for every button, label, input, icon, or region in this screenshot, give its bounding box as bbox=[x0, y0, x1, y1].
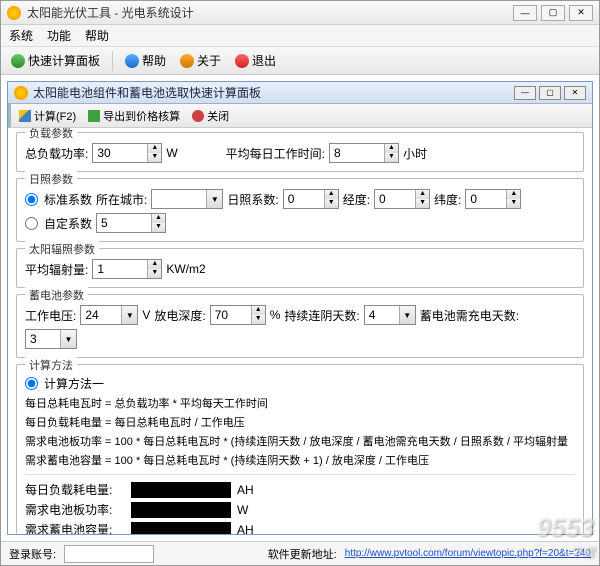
rain-days-combo[interactable]: ▼ bbox=[364, 305, 416, 325]
formula-2: 每日负载耗电量 = 每日总耗电瓦时 / 工作电压 bbox=[25, 414, 575, 430]
sun-coef-input[interactable]: ▲▼ bbox=[283, 189, 339, 209]
update-link[interactable]: http://www.pvtool.com/forum/viewtopic.ph… bbox=[345, 548, 591, 559]
radiation-group: 太阳辐照参数 平均辐射量: ▲▼ KW/m2 bbox=[16, 248, 584, 288]
panel-icon bbox=[14, 86, 28, 100]
lon-input[interactable]: ▲▼ bbox=[374, 189, 430, 209]
radiation-input[interactable]: ▲▼ bbox=[92, 259, 162, 279]
chevron-down-icon[interactable]: ▼ bbox=[206, 190, 222, 208]
custom-coef-radio[interactable] bbox=[25, 217, 38, 230]
avg-hours-input[interactable]: ▲▼ bbox=[329, 143, 399, 163]
formula-4: 需求蓄电池容量 = 100 * 每日总耗电瓦时 * (持续连阴天数 + 1) /… bbox=[25, 452, 575, 468]
total-power-input[interactable]: ▲▼ bbox=[92, 143, 162, 163]
panel-min-button[interactable]: — bbox=[514, 86, 536, 100]
spin-down[interactable]: ▼ bbox=[148, 153, 161, 162]
panel-titlebar: 太阳能电池组件和蓄电池选取快速计算面板 — ▢ ✕ bbox=[8, 82, 592, 104]
login-input[interactable] bbox=[64, 545, 154, 563]
voltage-combo[interactable]: ▼ bbox=[80, 305, 138, 325]
main-window: 太阳能光伏工具 - 光电系统设计 — ▢ ✕ 系统 功能 帮助 快速计算面板 帮… bbox=[0, 0, 600, 566]
content-area: 太阳能电池组件和蓄电池选取快速计算面板 — ▢ ✕ 计算(F2) 导出到价格核算… bbox=[1, 75, 599, 541]
close-icon bbox=[192, 110, 204, 122]
panel-body: 负载参数 总负载功率: ▲▼ W 平均每日工作时间: ▲▼ 小时 日照参数 标准… bbox=[8, 128, 592, 534]
panel-toolbar: 计算(F2) 导出到价格核算 关闭 bbox=[8, 104, 592, 128]
method-group: 计算方法 计算方法一 每日总耗电瓦时 = 总负载功率 * 平均每天工作时间 每日… bbox=[16, 364, 584, 534]
panel-max-button[interactable]: ▢ bbox=[539, 86, 561, 100]
formula-1: 每日总耗电瓦时 = 总负载功率 * 平均每天工作时间 bbox=[25, 395, 575, 411]
spin-up[interactable]: ▲ bbox=[148, 144, 161, 153]
lat-input[interactable]: ▲▼ bbox=[465, 189, 521, 209]
about-icon bbox=[180, 54, 194, 68]
exit-button[interactable]: 退出 bbox=[231, 50, 280, 71]
sun-legend: 日照参数 bbox=[25, 171, 77, 187]
menubar: 系统 功能 帮助 bbox=[1, 25, 599, 47]
toolbar: 快速计算面板 帮助 关于 退出 bbox=[1, 47, 599, 75]
method1-radio[interactable] bbox=[25, 377, 38, 390]
city-combo[interactable]: ▼ bbox=[151, 189, 223, 209]
calc-icon bbox=[11, 54, 25, 68]
result-daily-ah bbox=[131, 482, 231, 498]
total-power-label: 总负载功率: bbox=[25, 145, 88, 162]
load-legend: 负载参数 bbox=[25, 128, 77, 141]
menu-function[interactable]: 功能 bbox=[47, 27, 71, 44]
statusbar: 登录账号: 软件更新地址: http://www.pvtool.com/foru… bbox=[1, 541, 599, 565]
charge-days-combo[interactable]: ▼ bbox=[25, 329, 77, 349]
help-icon bbox=[125, 54, 139, 68]
close-panel-button[interactable]: 关闭 bbox=[188, 107, 233, 125]
minimize-button[interactable]: — bbox=[513, 5, 537, 21]
menu-system[interactable]: 系统 bbox=[9, 27, 33, 44]
login-label: 登录账号: bbox=[9, 546, 56, 562]
panel-title: 太阳能电池组件和蓄电池选取快速计算面板 bbox=[33, 84, 511, 101]
pen-icon bbox=[19, 110, 31, 122]
menu-help[interactable]: 帮助 bbox=[85, 27, 109, 44]
result-battery-ah bbox=[131, 522, 231, 535]
panel-close-button[interactable]: ✕ bbox=[564, 86, 586, 100]
close-button[interactable]: ✕ bbox=[569, 5, 593, 21]
app-icon bbox=[7, 6, 21, 20]
calc-button[interactable]: 计算(F2) bbox=[15, 107, 80, 125]
quick-calc-button[interactable]: 快速计算面板 bbox=[7, 50, 104, 71]
window-title: 太阳能光伏工具 - 光电系统设计 bbox=[27, 4, 513, 21]
result-panel-w bbox=[131, 502, 231, 518]
maximize-button[interactable]: ▢ bbox=[541, 5, 565, 21]
depth-input[interactable]: ▲▼ bbox=[210, 305, 266, 325]
custom-coef-input[interactable]: ▲▼ bbox=[96, 213, 166, 233]
window-buttons: — ▢ ✕ bbox=[513, 5, 593, 21]
battery-group: 蓄电池参数 工作电压: ▼ V 放电深度: ▲▼ % 持续连阴天数: ▼ 蓄电池… bbox=[16, 294, 584, 358]
exit-icon bbox=[235, 54, 249, 68]
titlebar: 太阳能光伏工具 - 光电系统设计 — ▢ ✕ bbox=[1, 1, 599, 25]
load-group: 负载参数 总负载功率: ▲▼ W 平均每日工作时间: ▲▼ 小时 bbox=[16, 132, 584, 172]
formula-3: 需求电池板功率 = 100 * 每日总耗电瓦时 * (持续连阴天数 / 放电深度… bbox=[25, 433, 575, 449]
std-coef-radio[interactable] bbox=[25, 193, 38, 206]
avg-hours-label: 平均每日工作时间: bbox=[226, 145, 325, 162]
help-button[interactable]: 帮助 bbox=[121, 50, 170, 71]
about-button[interactable]: 关于 bbox=[176, 50, 225, 71]
calc-panel: 太阳能电池组件和蓄电池选取快速计算面板 — ▢ ✕ 计算(F2) 导出到价格核算… bbox=[7, 81, 593, 535]
separator bbox=[112, 51, 113, 71]
sun-group: 日照参数 标准系数 所在城市: ▼ 日照系数: ▲▼ 经度: ▲▼ 纬度: ▲▼… bbox=[16, 178, 584, 242]
update-label: 软件更新地址: bbox=[268, 546, 337, 562]
export-button[interactable]: 导出到价格核算 bbox=[84, 107, 184, 125]
export-icon bbox=[88, 110, 100, 122]
